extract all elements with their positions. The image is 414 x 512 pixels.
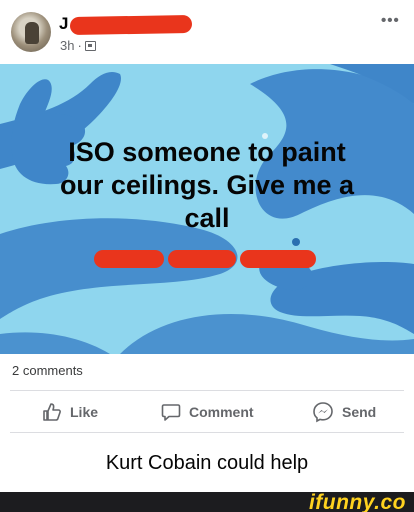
post-text: ISO someone to paint our ceilings. Give … — [30, 136, 384, 235]
send-button[interactable]: Send — [312, 398, 376, 426]
send-label: Send — [342, 404, 377, 420]
redaction-mark — [240, 250, 316, 268]
comments-count[interactable]: 2 comments — [12, 363, 83, 378]
post-header: J 3h · ••• — [0, 0, 414, 64]
post-meta: 3h · — [60, 38, 96, 53]
poster-name[interactable]: J — [59, 14, 68, 34]
thumbs-up-icon — [43, 403, 61, 421]
post-actions: Like Comment Send — [0, 398, 414, 426]
messenger-icon — [313, 402, 333, 423]
post-text-line: call — [184, 203, 230, 233]
name-redaction — [69, 14, 193, 36]
post-time[interactable]: 3h — [60, 38, 74, 53]
ifunny-watermark: ifunny.co — [308, 491, 406, 512]
caption-text: Kurt Cobain could help — [105, 452, 309, 474]
like-button[interactable]: Like — [42, 398, 98, 426]
divider — [10, 432, 404, 433]
group-icon — [84, 40, 96, 51]
like-label: Like — [70, 404, 99, 420]
more-options-button[interactable]: ••• — [381, 12, 400, 29]
comment-bubble-icon — [161, 404, 181, 421]
divider — [10, 390, 404, 391]
comment-button[interactable]: Comment — [161, 398, 254, 426]
watermark-bar: ifunny.co — [0, 491, 414, 512]
avatar-figure — [25, 22, 39, 44]
meta-separator: · — [77, 38, 82, 53]
phone-number-redaction — [94, 250, 316, 268]
post-image[interactable]: ISO someone to paint our ceilings. Give … — [0, 64, 414, 354]
redaction-mark — [168, 250, 236, 268]
post-text-line: our ceilings. Give me a — [59, 170, 355, 200]
redaction-mark — [94, 250, 164, 268]
comment-label: Comment — [189, 404, 254, 420]
avatar[interactable] — [11, 12, 51, 52]
post-text-line: ISO someone to paint — [68, 137, 346, 167]
